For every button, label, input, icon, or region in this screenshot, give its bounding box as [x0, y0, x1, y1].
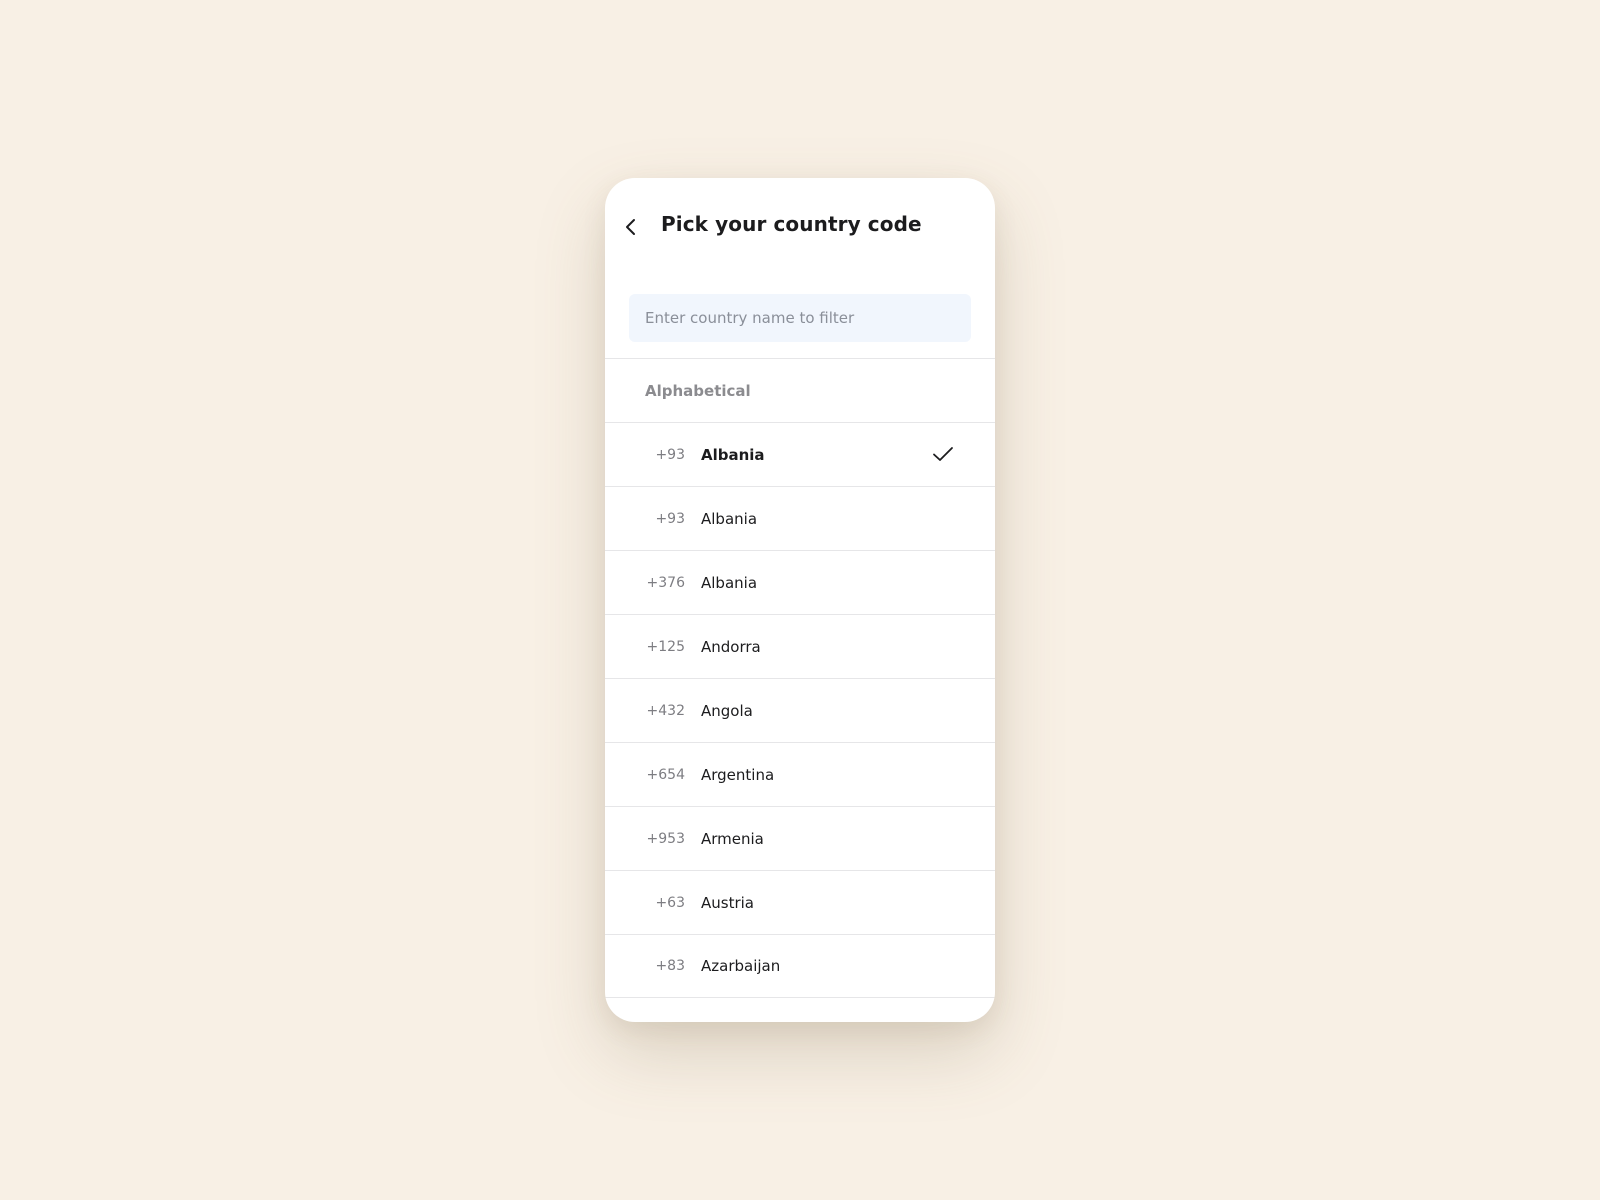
chevron-left-icon — [626, 219, 635, 235]
country-row[interactable]: +432 Angola — [605, 678, 995, 742]
search-input[interactable] — [629, 294, 971, 342]
checkmark-icon — [933, 447, 953, 461]
country-row[interactable]: +953 Armenia — [605, 806, 995, 870]
header: Pick your country code — [605, 178, 995, 274]
country-dial-code: +83 — [655, 958, 685, 974]
country-row[interactable]: +654 Argentina — [605, 742, 995, 806]
country-dial-code: +432 — [646, 702, 685, 719]
country-name: Argentina — [701, 765, 775, 784]
country-dial-code: +93 — [655, 510, 685, 527]
country-row[interactable]: +93 Albania — [605, 486, 995, 550]
country-dial-code: +63 — [655, 894, 685, 911]
country-name: Andorra — [701, 637, 761, 656]
page-title: Pick your country code — [661, 212, 922, 236]
back-button[interactable] — [617, 213, 645, 241]
country-dial-code: +125 — [646, 638, 685, 655]
country-dial-code: +953 — [646, 830, 685, 847]
country-list: Alphabetical +93 Albania +93 Albania +37… — [605, 358, 995, 998]
country-dial-code: +654 — [646, 766, 685, 783]
country-name: Albania — [701, 573, 758, 592]
country-row[interactable]: +376 Albania — [605, 550, 995, 614]
country-name: Albania — [701, 445, 765, 464]
country-name: Armenia — [701, 829, 764, 848]
country-dial-code: +376 — [646, 574, 685, 591]
country-name: Austria — [701, 893, 754, 912]
search-field[interactable] — [629, 294, 971, 342]
section-header-alphabetical: Alphabetical — [605, 358, 995, 422]
country-picker-card: Pick your country code Alphabetical +93 … — [605, 178, 995, 1022]
country-dial-code: +93 — [655, 446, 685, 463]
country-row[interactable]: +63 Austria — [605, 870, 995, 934]
country-row[interactable]: +93 Albania — [605, 422, 995, 486]
country-name: Azarbaijan — [701, 957, 781, 975]
country-name: Angola — [701, 701, 753, 720]
country-row[interactable]: +125 Andorra — [605, 614, 995, 678]
country-name: Albania — [701, 509, 758, 528]
country-row[interactable]: +83 Azarbaijan — [605, 934, 995, 998]
